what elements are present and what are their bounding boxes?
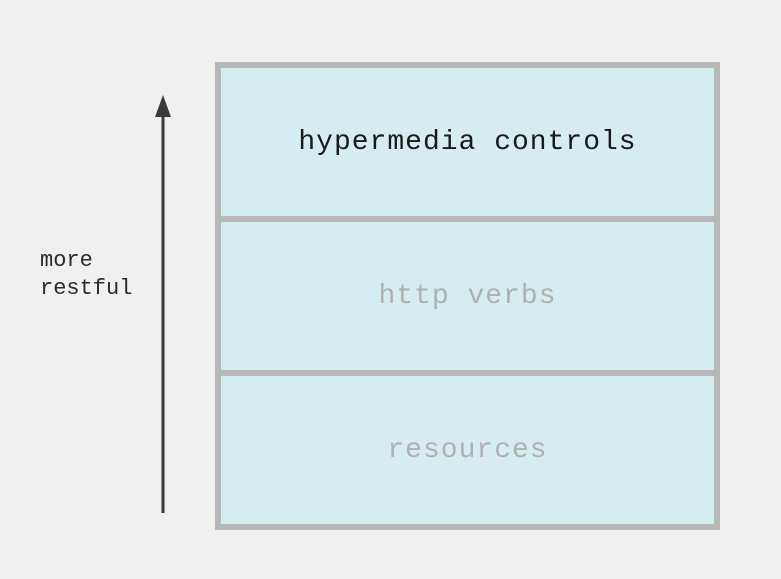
arrow-label-line1: more: [40, 248, 93, 273]
level-label-top: hypermedia controls: [298, 127, 636, 158]
level-label-middle: http verbs: [378, 281, 556, 312]
level-http-verbs: http verbs: [221, 222, 714, 370]
level-hypermedia: hypermedia controls: [221, 68, 714, 216]
arrow-label: more restful: [40, 247, 132, 302]
level-label-bottom: resources: [387, 435, 547, 466]
up-arrow-icon: [153, 95, 173, 513]
levels-container: hypermedia controls http verbs resources: [215, 62, 720, 530]
level-resources: resources: [221, 376, 714, 524]
arrow-label-line2: restful: [40, 276, 132, 301]
